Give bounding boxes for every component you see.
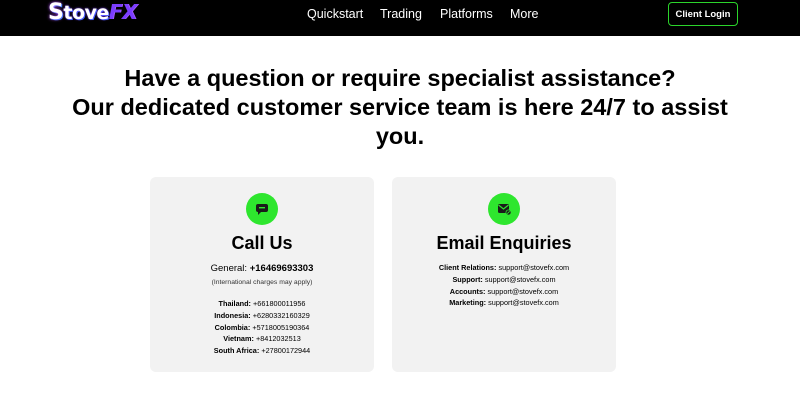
phone-country: Indonesia: [214, 310, 251, 320]
phone-country: South Africa: [213, 346, 260, 356]
phone-row-indonesia: Indonesia: +6280332160329 [150, 310, 374, 322]
phone-row-vietnam: Vietnam: +8412032513 [150, 333, 374, 345]
charges-note: (International charges may apply) [211, 279, 313, 286]
email-enquiries-title: Email Enquiries [436, 233, 572, 253]
general-number[interactable]: +16469693303 [250, 263, 314, 274]
phone-row-south-africa: South Africa: +27800172944 [150, 345, 374, 357]
email-row-client-relations: Client Relations: support@stovefx.com [392, 262, 616, 274]
email-icon [488, 193, 520, 225]
phone-number[interactable]: +8412032513 [256, 334, 301, 343]
country-phone-list: Thailand: +661800011956 Indonesia: +6280… [150, 298, 374, 357]
headline-line-3: you. [375, 123, 425, 149]
phone-row-thailand: Thailand: +661800011956 [150, 298, 374, 310]
nav-more[interactable]: More [510, 7, 538, 21]
page-headline: Have a question or require specialist as… [0, 64, 800, 151]
call-us-title: Call Us [231, 233, 293, 253]
phone-chat-glyph [256, 204, 268, 215]
call-us-card: Call Us General: +16469693303 (Internati… [150, 177, 374, 372]
phone-row-colombia: Colombia: +5718005190364 [150, 322, 374, 334]
phone-number[interactable]: +6280332160329 [253, 311, 310, 320]
email-dept: Marketing: [449, 298, 487, 308]
phone-country: Colombia: [214, 322, 251, 332]
phone-number[interactable]: +5718005190364 [252, 323, 309, 332]
email-address[interactable]: support@stovefx.com [485, 275, 556, 284]
email-address[interactable]: support@stovefx.com [488, 298, 559, 307]
general-phone: General: +16469693303 [150, 263, 374, 274]
email-enquiries-card: Email Enquiries Client Relations: suppor… [392, 177, 616, 372]
phone-country: Thailand: [218, 299, 251, 308]
general-label: General: [210, 263, 248, 274]
phone-chat-icon [246, 193, 278, 225]
nav-trading[interactable]: Trading [380, 7, 422, 21]
email-glyph [498, 204, 512, 216]
nav-quickstart[interactable]: Quickstart [307, 7, 363, 21]
email-dept: Accounts: [449, 286, 486, 296]
email-row-support: Support: support@stovefx.com [392, 274, 616, 286]
phone-country: Vietnam: [223, 334, 254, 344]
email-dept: Client Relations: [438, 263, 497, 272]
email-row-marketing: Marketing: support@stovefx.com [392, 297, 616, 309]
phone-number[interactable]: +27800172944 [261, 346, 310, 355]
headline-line-2: Our dedicated customer service team is h… [72, 94, 728, 120]
email-address[interactable]: support@stovefx.com [488, 287, 559, 296]
email-contact-list: Client Relations: support@stovefx.com Su… [392, 262, 616, 309]
phone-number[interactable]: +661800011956 [253, 299, 305, 308]
client-login-button[interactable]: Client Login [668, 2, 738, 26]
nav-platforms[interactable]: Platforms [440, 7, 493, 21]
email-address[interactable]: support@stovefx.com [498, 263, 569, 272]
email-dept: Support: [452, 274, 483, 284]
top-navbar: StoveFX Quickstart Trading Platforms Mor… [0, 0, 800, 36]
email-row-accounts: Accounts: support@stovefx.com [392, 286, 616, 298]
headline-line-1: Have a question or require specialist as… [124, 65, 676, 91]
